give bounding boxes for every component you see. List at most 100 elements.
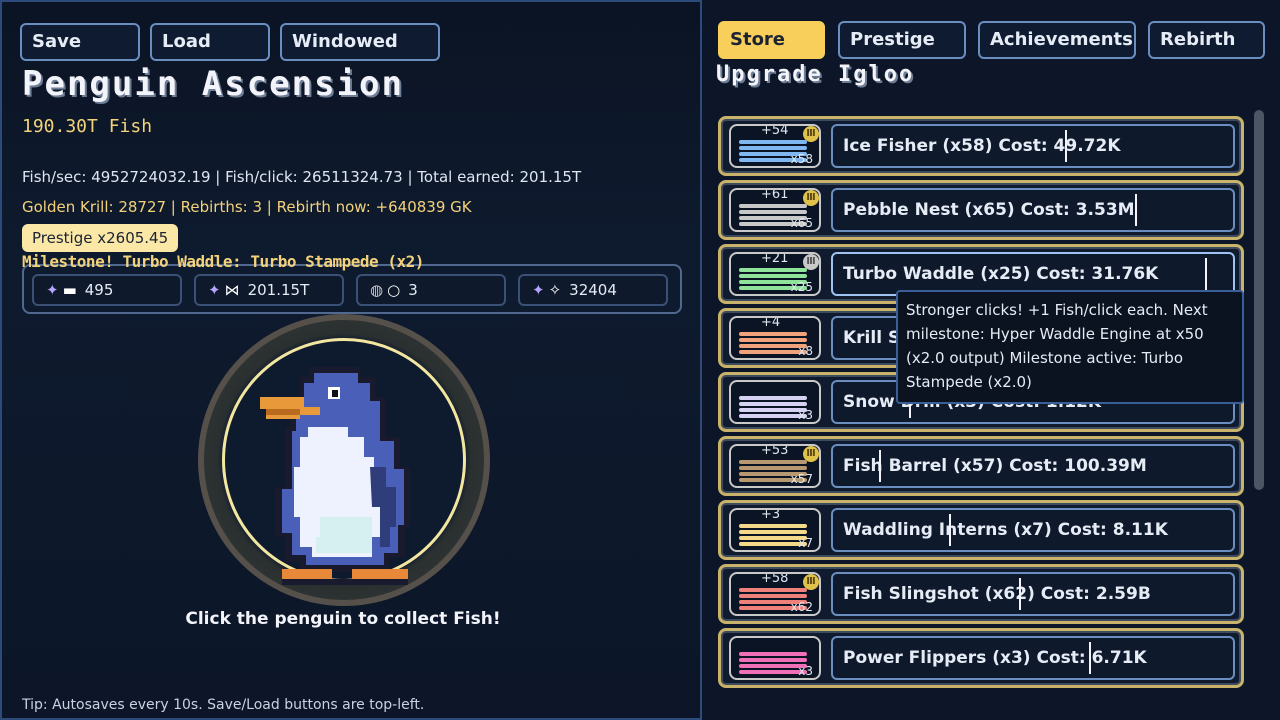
upgrade-thumbnail: +61 x65 Ⅲ — [729, 188, 821, 232]
progress-marker — [1065, 130, 1067, 162]
save-button[interactable]: Save — [20, 23, 140, 61]
upgrade-thumbnail: +53 x57 Ⅲ — [729, 444, 821, 488]
penguin-icon[interactable] — [260, 357, 430, 587]
store-scrollbar[interactable] — [1254, 110, 1264, 490]
tab-prestige[interactable]: Prestige — [838, 21, 966, 59]
resource-value: 201.15T — [247, 281, 310, 299]
thumbnail-stripe — [739, 402, 807, 406]
coin-icon: Ⅲ — [803, 126, 819, 142]
upgrade-thumbnail: +4 x8 — [729, 316, 821, 360]
tab-achievements[interactable]: Achievements — [978, 21, 1136, 59]
upgrade-label: Krill S — [843, 328, 901, 348]
resource-fish: ✦ ⋈ 201.15T — [194, 274, 344, 306]
upgrade-label: Power Flippers (x3) Cost: 6.71K — [843, 648, 1147, 668]
thumbnail-stripe — [739, 332, 807, 336]
upgrade-label: Waddling Interns (x7) Cost: 8.11K — [843, 520, 1168, 540]
upgrade-multiplier: x3 — [798, 408, 813, 422]
upgrade-buy-button[interactable]: Pebble Nest (x65) Cost: 3.53M — [831, 188, 1235, 232]
thumbnail-stripe — [739, 408, 807, 412]
game-title: Penguin Ascension — [22, 64, 404, 104]
progress-marker — [1089, 642, 1091, 674]
thumbnail-stripe — [739, 344, 807, 348]
upgrade-row[interactable]: +3 x7 Waddling Interns (x7) Cost: 8.11K — [718, 500, 1244, 560]
thumbnail-stripe — [739, 664, 807, 668]
upgrade-buy-button[interactable]: Fish Slingshot (x62) Cost: 2.59B — [831, 572, 1235, 616]
thumbnail-stripe — [739, 350, 807, 354]
upgrade-bonus: +53 — [761, 444, 789, 458]
fish-count: 190.30T Fish — [22, 116, 153, 137]
thumbnail-stripe — [739, 146, 807, 150]
upgrade-thumbnail: x3 — [729, 636, 821, 680]
upgrade-bonus: +21 — [761, 252, 789, 266]
resource-value: 495 — [84, 281, 114, 299]
upgrade-multiplier: x3 — [798, 664, 813, 678]
upgrade-row[interactable]: +61 x65 Ⅲ Pebble Nest (x65) Cost: 3.53M — [718, 180, 1244, 240]
upgrade-label: Ice Fisher (x58) Cost: 49.72K — [843, 136, 1121, 156]
progress-marker — [1019, 578, 1021, 610]
tab-store[interactable]: Store — [718, 21, 825, 59]
resource-bar: ✦ ▬ 495 ✦ ⋈ 201.15T ◍ ○ 3 ✦ ✧ 32404 — [22, 264, 682, 314]
train-icon: ▬ — [62, 281, 77, 299]
krill-icon: ✦ — [532, 281, 545, 299]
coin-icon: Ⅲ — [803, 574, 819, 590]
krill-line: Golden Krill: 28727 | Rebirths: 3 | Rebi… — [22, 198, 472, 216]
upgrade-tooltip: Stronger clicks! +1 Fish/click each. Nex… — [896, 290, 1244, 404]
upgrade-multiplier: x62 — [790, 600, 813, 614]
coin-icon: ◍ — [370, 281, 384, 299]
load-button[interactable]: Load — [150, 23, 270, 61]
upgrade-row[interactable]: +53 x57 Ⅲ Fish Barrel (x57) Cost: 100.39M — [718, 436, 1244, 496]
upgrade-thumbnail: +58 x62 Ⅲ — [729, 572, 821, 616]
upgrade-bonus: +61 — [761, 188, 789, 202]
upgrade-thumbnail: +54 x58 Ⅲ — [729, 124, 821, 168]
progress-marker — [879, 450, 881, 482]
thumbnail-stripe — [739, 268, 807, 272]
upgrade-multiplier: x58 — [790, 152, 813, 166]
upgrade-bonus: +58 — [761, 572, 789, 586]
fish-icon: ⋈ — [224, 281, 240, 299]
upgrade-row[interactable]: x3 Power Flippers (x3) Cost: 6.71K — [718, 628, 1244, 688]
coin-icon: Ⅲ — [803, 190, 819, 206]
game-panel: Save Load Windowed Penguin Ascension 190… — [0, 0, 702, 720]
upgrade-label: Turbo Waddle (x25) Cost: 31.76K — [843, 264, 1159, 284]
upgrade-thumbnail: +3 x7 — [729, 508, 821, 552]
thumbnail-stripe — [739, 338, 807, 342]
upgrade-buy-button[interactable]: Fish Barrel (x57) Cost: 100.39M — [831, 444, 1235, 488]
milestone-banner: Milestone! Turbo Waddle: Turbo Stampede … — [22, 252, 424, 271]
upgrade-bonus: +54 — [761, 124, 789, 138]
resource-sparkle: ✦ ✧ 32404 — [518, 274, 668, 306]
click-hint: Click the penguin to collect Fish! — [185, 609, 501, 629]
upgrade-row[interactable]: +54 x58 Ⅲ Ice Fisher (x58) Cost: 49.72K — [718, 116, 1244, 176]
upgrade-thumbnail: x3 — [729, 380, 821, 424]
resource-value: 32404 — [569, 281, 617, 299]
sparkle-icon: ✧ — [548, 281, 562, 299]
krill-icon: ✦ — [208, 281, 221, 299]
coin-icon: Ⅲ — [803, 446, 819, 462]
thumbnail-stripe — [739, 670, 807, 674]
rates-line: Fish/sec: 4952724032.19 | Fish/click: 26… — [22, 168, 582, 186]
upgrade-label: Fish Slingshot (x62) Cost: 2.59B — [843, 584, 1151, 604]
upgrade-buy-button[interactable]: Power Flippers (x3) Cost: 6.71K — [831, 636, 1235, 680]
prestige-badge: Prestige x2605.45 — [22, 224, 179, 252]
thumbnail-stripe — [739, 414, 807, 418]
autosave-tip: Tip: Autosaves every 10s. Save/Load butt… — [22, 697, 425, 713]
upgrade-row[interactable]: +58 x62 Ⅲ Fish Slingshot (x62) Cost: 2.59B — [718, 564, 1244, 624]
progress-marker — [949, 514, 951, 546]
progress-marker — [1205, 258, 1207, 290]
upgrade-multiplier: x7 — [798, 536, 813, 550]
windowed-button[interactable]: Windowed — [280, 23, 440, 61]
upgrade-buy-button[interactable]: Ice Fisher (x58) Cost: 49.72K — [831, 124, 1235, 168]
upgrade-multiplier: x57 — [790, 472, 813, 486]
thumbnail-stripe — [739, 588, 807, 592]
tab-rebirth[interactable]: Rebirth — [1148, 21, 1265, 59]
thumbnail-stripe — [739, 536, 807, 540]
thumbnail-stripe — [739, 274, 807, 278]
upgrade-buy-button[interactable]: Waddling Interns (x7) Cost: 8.11K — [831, 508, 1235, 552]
thumbnail-stripe — [739, 542, 807, 546]
resource-trains: ✦ ▬ 495 — [32, 274, 182, 306]
coin-icon: Ⅲ — [803, 254, 819, 270]
resource-value: 3 — [408, 281, 418, 299]
krill-line-text: Golden Krill: 28727 | Rebirths: 3 | Rebi… — [22, 198, 472, 216]
thumbnail-stripe — [739, 140, 807, 144]
upgrade-bonus: +4 — [761, 316, 781, 330]
upgrade-thumbnail: +21 x25 Ⅲ — [729, 252, 821, 296]
